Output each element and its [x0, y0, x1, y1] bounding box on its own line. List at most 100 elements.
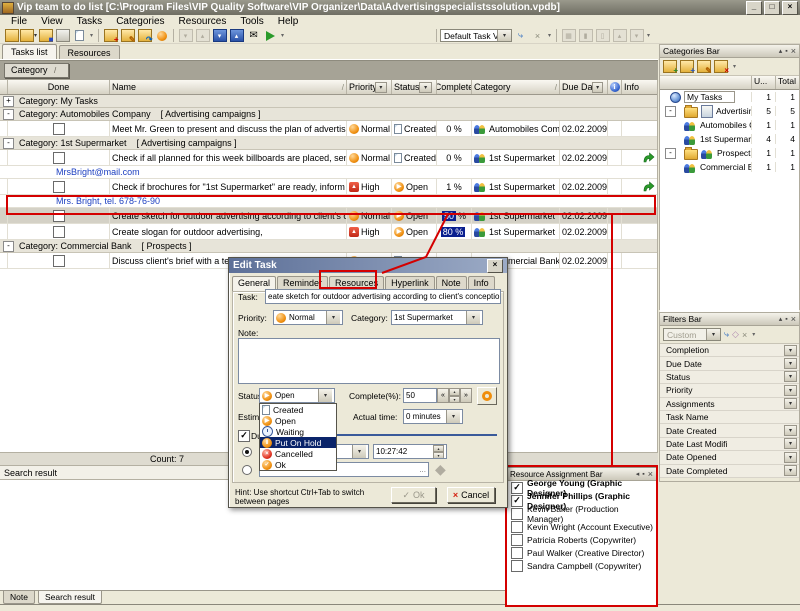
done-checkbox[interactable]	[53, 255, 65, 267]
tab-note[interactable]: Note	[3, 591, 35, 604]
col-header-due-date[interactable]: Due Date▾	[560, 80, 608, 94]
filter-row-date-completed[interactable]: Date Completed▾	[660, 465, 799, 478]
open-database-icon[interactable]: ▾	[20, 29, 37, 43]
tree-item-commercial-bank[interactable]: Commercial Bank 1 1	[660, 160, 799, 174]
task-row[interactable]: Check if all planned for this week billb…	[0, 150, 657, 166]
task-view-combo[interactable]: Default Task V ▾	[440, 29, 512, 42]
add-subcategory-icon[interactable]: +	[680, 60, 694, 73]
chevron-down-icon[interactable]: ▾	[784, 438, 797, 449]
delete-category-icon[interactable]: ×	[714, 60, 728, 73]
close-button[interactable]: ×	[782, 1, 798, 15]
chevron-down-icon[interactable]: ▾	[352, 445, 366, 458]
note-textarea[interactable]	[238, 338, 500, 384]
actual-time-combo[interactable]: 0 minutes ▾	[403, 409, 463, 424]
status-option-open[interactable]: ▶Open	[260, 415, 336, 426]
close-bar-icon[interactable]: ×	[791, 46, 796, 56]
complete-task-icon[interactable]	[153, 29, 170, 43]
done-checkbox[interactable]	[53, 123, 65, 135]
status-option-waiting[interactable]: Waiting	[260, 426, 336, 437]
col-header-priority[interactable]: Priority▾	[347, 80, 392, 94]
toolbar-overflow-icon[interactable]: ▾	[752, 331, 755, 338]
task-row[interactable]: Check if brochures for "1st Supermarket"…	[0, 179, 657, 195]
chevron-down-icon[interactable]: ▾	[784, 371, 797, 382]
send-email-icon[interactable]: ✉	[245, 29, 262, 43]
toolbar-overflow-icon[interactable]: ▾	[281, 32, 284, 39]
tree-item-1st-supermarket[interactable]: 1st Supermarket 4 4	[660, 132, 799, 146]
complete-spinner[interactable]: ▴▾	[449, 388, 460, 403]
filter-row-date-opened[interactable]: Date Opened▾	[660, 451, 799, 464]
filter-row-date-last-modified[interactable]: Date Last Modifi▾	[660, 438, 799, 451]
chevron-down-icon[interactable]: ▾	[784, 345, 797, 356]
delete-filter-icon[interactable]: ×	[742, 330, 747, 340]
toolbar-overflow-icon[interactable]: ▾	[647, 32, 650, 39]
restore-button[interactable]: □	[764, 1, 780, 15]
due-custom-radio[interactable]	[242, 465, 252, 475]
apply-view-icon[interactable]: ⤷	[512, 29, 529, 43]
chevron-down-icon[interactable]: ▾	[784, 452, 797, 463]
flag-icon[interactable]	[262, 29, 279, 43]
tab-resources[interactable]: Resources	[59, 45, 120, 59]
time-spinner[interactable]: ▴▾	[433, 445, 444, 458]
dialog-close-button[interactable]: ×	[487, 259, 503, 273]
close-bar-icon[interactable]: ×	[791, 314, 796, 324]
chevron-down-icon[interactable]: ▾	[784, 425, 797, 436]
tab-search-result[interactable]: Search result	[38, 591, 102, 604]
toolbar-overflow-icon[interactable]: ▾	[548, 32, 551, 39]
status-option-created[interactable]: Created	[260, 404, 336, 415]
cancel-button[interactable]: ×Cancel	[447, 487, 495, 503]
new-database-icon[interactable]	[3, 29, 20, 43]
clear-filter-icon[interactable]: ◇	[732, 329, 739, 340]
pin-icon[interactable]: ▪	[785, 316, 787, 323]
decrement-icon[interactable]: «	[437, 388, 449, 403]
col-header-status[interactable]: Status▾	[392, 80, 437, 94]
task-row[interactable]: Create slogan for outdoor advertising, ▲…	[0, 224, 657, 240]
add-category-icon[interactable]: +	[663, 60, 677, 73]
move-bottom-icon[interactable]: ▾	[211, 29, 228, 43]
group-row-my-tasks[interactable]: + Category: My Tasks	[0, 95, 657, 108]
due-filter-icon[interactable]: ▾	[592, 82, 603, 93]
reset-complete-button[interactable]	[477, 387, 497, 405]
col-header-info[interactable]: Info	[622, 80, 657, 94]
group-row-commercial-bank[interactable]: - Category: Commercial Bank [ Prospects …	[0, 240, 657, 253]
collapse-icon[interactable]: -	[665, 106, 676, 117]
filter-row-due-date[interactable]: Due Date▾	[660, 357, 799, 370]
chevron-down-icon[interactable]: ▾	[326, 311, 340, 324]
chevron-down-icon[interactable]: ▾	[497, 30, 511, 41]
collapse-icon[interactable]: -	[3, 241, 14, 252]
save-icon[interactable]: ■	[37, 29, 54, 43]
menu-view[interactable]: View	[34, 16, 70, 27]
group-row-automobiles[interactable]: - Category: Automobiles Company [ Advert…	[0, 108, 657, 121]
due-time-input[interactable]: 10:27:42 ▴▾	[373, 444, 447, 459]
done-checkbox[interactable]	[53, 226, 65, 238]
toolbar-overflow-icon[interactable]: ▾	[90, 32, 93, 39]
collapse-icon[interactable]: -	[3, 109, 14, 120]
done-checkbox[interactable]	[53, 152, 65, 164]
collapse-bar-icon[interactable]: ▴	[779, 315, 783, 323]
tree-item-my-tasks[interactable]: My Tasks 1 1	[660, 90, 799, 104]
print-preview-icon[interactable]	[71, 29, 88, 43]
tree-item-automobiles-company[interactable]: Automobiles Company 1 1	[660, 118, 799, 132]
apply-filter-icon[interactable]: ⤷	[724, 329, 729, 340]
task-input[interactable]: eate sketch for outdoor advertising acco…	[265, 289, 501, 304]
delete-task-icon[interactable]: ↷	[136, 29, 153, 43]
due-date-radio[interactable]	[242, 447, 252, 457]
tree-item-prospects[interactable]: -Prospects 1 1	[660, 146, 799, 160]
clear-view-icon[interactable]: ×	[529, 29, 546, 43]
increment-icon[interactable]: »	[460, 388, 472, 403]
filter-row-completion[interactable]: Completion▾	[660, 344, 799, 357]
filter-row-status[interactable]: Status▾	[660, 371, 799, 384]
group-row-1st-supermarket[interactable]: - Category: 1st Supermarket [ Advertisin…	[0, 137, 657, 150]
status-combo[interactable]: ▶ Open ▾	[259, 388, 335, 403]
collapse-icon[interactable]: -	[3, 138, 14, 149]
chevron-down-icon[interactable]: ▾	[318, 389, 332, 402]
status-option-put-on-hold[interactable]: ‖Put On Hold	[260, 437, 336, 448]
filter-row-task-name[interactable]: Task Name	[660, 411, 799, 424]
chevron-down-icon[interactable]: ▾	[784, 465, 797, 476]
category-combo[interactable]: 1st Supermarket ▾	[391, 310, 483, 325]
assignment-subrow[interactable]: MrsBright@mail.com	[0, 166, 657, 179]
collapse-bar-icon[interactable]: ▴	[779, 47, 783, 55]
col-header-unread[interactable]: U...	[751, 76, 775, 89]
chevron-down-icon[interactable]: ▾	[784, 385, 797, 396]
col-header-complete[interactable]: Complete	[437, 80, 472, 94]
chevron-down-icon[interactable]: ▾	[466, 311, 480, 324]
